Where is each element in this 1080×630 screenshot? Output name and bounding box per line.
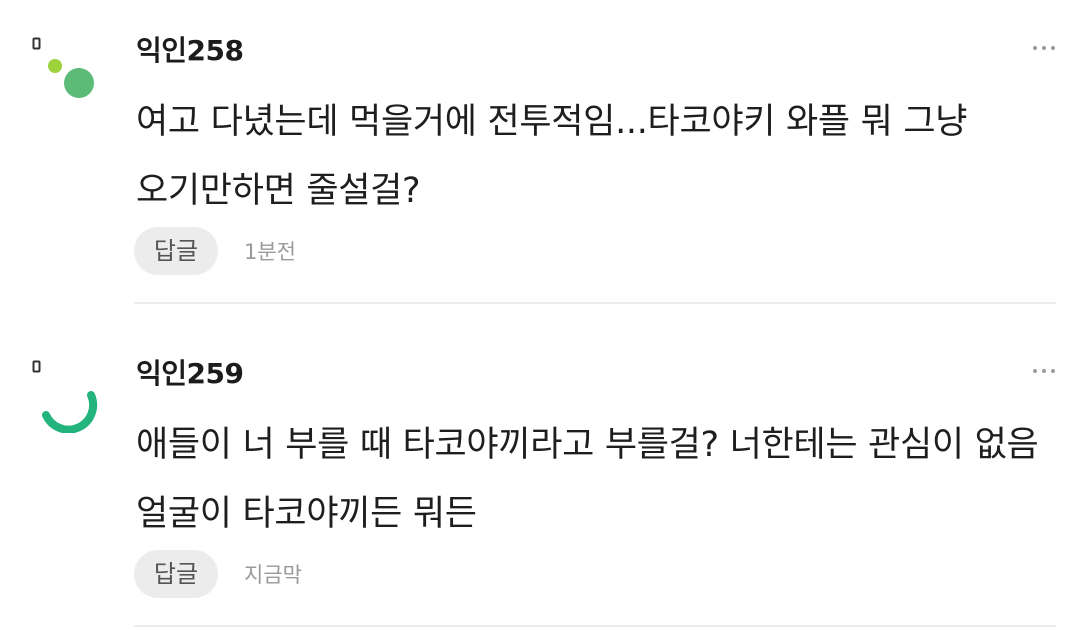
reply-button[interactable]: 답글 [134, 550, 218, 598]
comment-timestamp: 지금막 [244, 563, 302, 587]
more-dot [1041, 45, 1047, 51]
comment-text: 여고 다녔는데 먹을거에 전투적임...타코야키 와플 뭐 그냥 오기만하면 줄… [136, 102, 968, 211]
divider [134, 625, 1056, 627]
avatar[interactable] [26, 30, 106, 110]
avatar-arc-icon [32, 360, 98, 433]
more-dot [1041, 368, 1047, 374]
comment-timestamp: 1분전 [244, 240, 297, 264]
comment-item: 익인259 애들이 너 부를 때 타코야끼라고 부를걸? 너한테는 관심이 없음… [0, 323, 1080, 627]
more-options-button[interactable] [1024, 357, 1064, 385]
avatar[interactable] [26, 353, 106, 433]
more-horizontal-icon [1032, 368, 1038, 374]
avatar-dots-icon [32, 37, 94, 98]
reply-button[interactable]: 답글 [134, 227, 218, 275]
more-horizontal-icon [1032, 45, 1038, 51]
divider [134, 302, 1056, 304]
more-dot [1050, 45, 1056, 51]
comment-text: 애들이 너 부를 때 타코야끼라고 부를걸? 너한테는 관심이 없음 얼굴이 타… [136, 425, 1039, 534]
more-options-button[interactable] [1024, 34, 1064, 62]
comment-author: 익인258 [136, 34, 244, 67]
more-dot [1050, 368, 1056, 374]
comment-author: 익인259 [136, 357, 244, 390]
comment-item: 익인258 여고 다녔는데 먹을거에 전투적임...타코야키 와플 뭐 그냥 오… [0, 0, 1080, 304]
